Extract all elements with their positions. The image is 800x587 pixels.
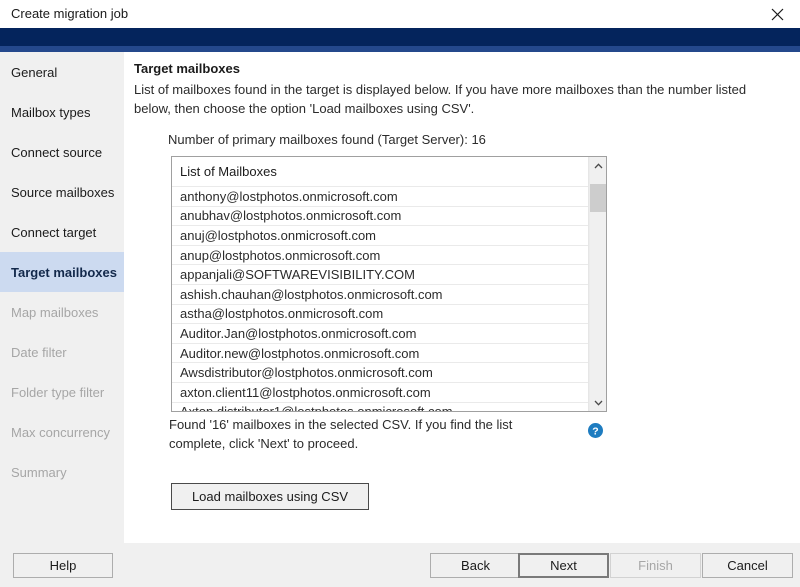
scrollbar-thumb[interactable] (590, 184, 606, 212)
list-item[interactable]: ashish.chauhan@lostphotos.onmicrosoft.co… (172, 283, 588, 304)
sidebar-item-label: Summary (11, 464, 67, 480)
sidebar-item-label: Target mailboxes (11, 264, 117, 280)
wizard-step-sidebar: General Mailbox types Connect source Sou… (0, 52, 124, 543)
mailbox-list-inner: List of Mailboxes anthony@lostphotos.onm… (172, 157, 589, 411)
sidebar-item-label: Mailbox types (11, 104, 91, 120)
help-icon[interactable]: ? (588, 423, 603, 438)
list-item[interactable]: Auditor.Jan@lostphotos.onmicrosoft.com (172, 323, 588, 343)
sidebar-item-label: Date filter (11, 344, 67, 360)
sidebar-item-date-filter: Date filter (0, 332, 124, 372)
list-item[interactable]: Awsdistributor@lostphotos.onmicrosoft.co… (172, 362, 588, 382)
list-item[interactable]: axton.client11@lostphotos.onmicrosoft.co… (172, 381, 588, 402)
sidebar-item-folder-type-filter: Folder type filter (0, 372, 124, 412)
sidebar-item-label: Source mailboxes (11, 184, 115, 200)
close-icon[interactable] (754, 0, 800, 28)
load-mailboxes-csv-button[interactable]: Load mailboxes using CSV (171, 483, 369, 510)
sidebar-item-label: General (11, 64, 58, 80)
help-button[interactable]: Help (13, 553, 113, 578)
mailbox-list-column-header: List of Mailboxes (180, 164, 277, 179)
content-panel: Target mailboxes List of mailboxes found… (124, 52, 800, 543)
title-bar: Create migration job (0, 0, 800, 28)
found-mailboxes-note: Found '16' mailboxes in the selected CSV… (169, 417, 513, 451)
list-item[interactable]: anuj@lostphotos.onmicrosoft.com (172, 225, 588, 245)
create-migration-job-dialog: Create migration job General Mailbox typ… (0, 0, 800, 587)
cancel-button[interactable]: Cancel (702, 553, 793, 578)
header-band-dark (0, 28, 800, 46)
next-button[interactable]: Next (518, 553, 609, 578)
page-description: List of mailboxes found in the target is… (134, 82, 747, 116)
list-item[interactable]: anthony@lostphotos.onmicrosoft.com (172, 186, 588, 206)
back-button[interactable]: Back (430, 553, 521, 578)
chevron-up-icon[interactable] (590, 157, 606, 174)
sidebar-item-label: Map mailboxes (11, 304, 99, 320)
mailbox-list-scrollbar[interactable] (589, 157, 606, 411)
list-item[interactable]: Auditor.new@lostphotos.onmicrosoft.com (172, 342, 588, 363)
sidebar-item-map-mailboxes: Map mailboxes (0, 292, 124, 332)
dialog-footer: Help Back Next Finish Cancel (0, 543, 800, 587)
list-item[interactable]: anubhav@lostphotos.onmicrosoft.com (172, 205, 588, 226)
list-item[interactable]: Axton.distributor1@lostphotos.onmicrosof… (172, 401, 588, 411)
sidebar-item-connect-target[interactable]: Connect target (0, 212, 124, 252)
chevron-down-icon[interactable] (590, 394, 606, 411)
window-title: Create migration job (11, 6, 129, 21)
sidebar-item-summary: Summary (0, 452, 124, 492)
list-item[interactable]: anup@lostphotos.onmicrosoft.com (172, 244, 588, 265)
list-item[interactable]: appanjali@SOFTWAREVISIBILITY.COM (172, 264, 588, 284)
sidebar-item-label: Folder type filter (11, 384, 105, 400)
sidebar-item-label: Connect source (11, 144, 103, 160)
sidebar-item-target-mailboxes[interactable]: Target mailboxes (0, 252, 124, 292)
sidebar-item-label: Max concurrency (11, 424, 110, 440)
sidebar-item-mailbox-types[interactable]: Mailbox types (0, 92, 124, 132)
finish-button: Finish (610, 553, 701, 578)
svg-text:?: ? (592, 425, 598, 437)
list-item[interactable]: astha@lostphotos.onmicrosoft.com (172, 303, 588, 324)
sidebar-item-source-mailboxes[interactable]: Source mailboxes (0, 172, 124, 212)
sidebar-item-connect-source[interactable]: Connect source (0, 132, 124, 172)
mailbox-listbox[interactable]: List of Mailboxes anthony@lostphotos.onm… (171, 156, 607, 412)
page-title: Target mailboxes (134, 61, 240, 76)
sidebar-item-general[interactable]: General (0, 52, 124, 92)
sidebar-item-max-concurrency: Max concurrency (0, 412, 124, 452)
mailbox-count-label: Number of primary mailboxes found (Targe… (168, 132, 486, 147)
sidebar-item-label: Connect target (11, 224, 97, 240)
